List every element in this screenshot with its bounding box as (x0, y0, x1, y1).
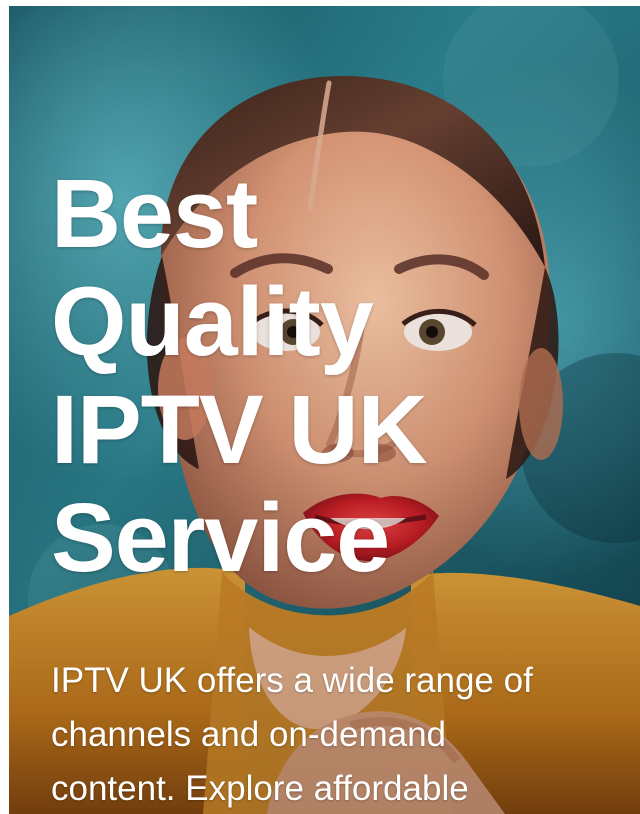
headline-line-best: Best (51, 159, 258, 268)
hero-description: IPTV UK offers a wide range of channels … (51, 654, 626, 814)
hero-headline: Best Quality IPTV UK Service (51, 160, 611, 592)
description-line-1: IPTV UK offers a wide range of (51, 661, 533, 700)
description-line-3: content. Explore affordable (51, 769, 469, 808)
hero-banner: Best Quality IPTV UK Service IPTV UK off… (9, 6, 640, 814)
headline-line-quality: Quality (51, 267, 374, 376)
headline-line-service: Service (51, 483, 390, 592)
page: Best Quality IPTV UK Service IPTV UK off… (0, 0, 640, 814)
description-line-2: channels and on-demand (51, 715, 447, 754)
headline-line-iptv-uk: IPTV UK (51, 375, 428, 484)
